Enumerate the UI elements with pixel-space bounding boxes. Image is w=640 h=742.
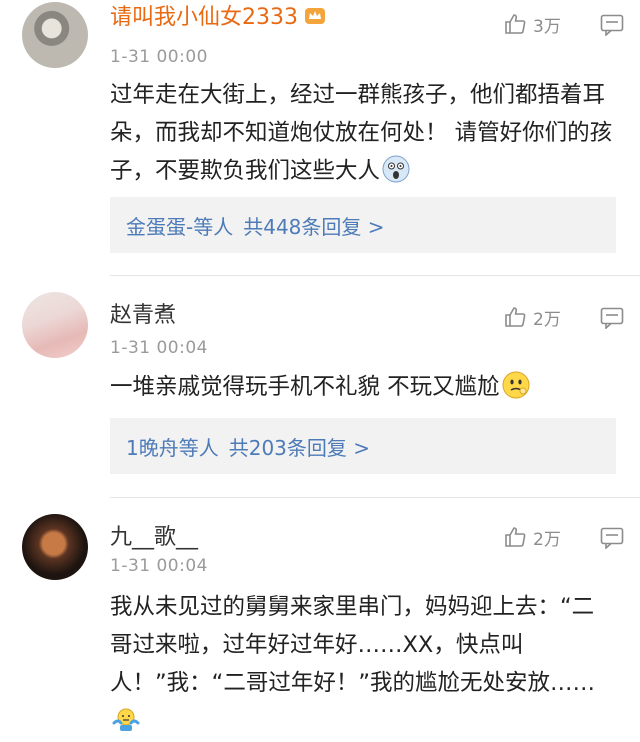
reply-count[interactable]: 共203条回复 > [229,432,370,461]
username-text[interactable]: 请叫我小仙女2333 [110,5,298,30]
like-button[interactable]: 2万 [503,523,561,551]
awkward-emoji-icon [502,371,530,399]
reply-icon[interactable] [600,307,624,329]
replies-link[interactable]: 1晚舟等人 共203条回复 > [110,418,616,474]
reply-users[interactable]: 金蛋蛋-等人 [126,211,233,240]
avatar[interactable] [22,292,88,358]
comment-text: 我从未见过的舅舅来家里串门，妈妈迎上去：“二哥过来啦，过年好过年好……XX，快点… [110,588,614,740]
avatar[interactable] [22,514,88,580]
comment-text: 一堆亲戚觉得玩手机不礼貌 不玩又尴尬 [110,368,614,406]
thumbs-up-icon [505,527,526,547]
username[interactable]: 赵青煮 [110,302,176,330]
divider [110,497,640,498]
scared-emoji-icon [382,155,410,183]
reply-users[interactable]: 1晚舟等人 [126,432,219,461]
username[interactable]: 九__歌__ [110,524,198,552]
reply-count[interactable]: 共448条回复 > [243,211,384,240]
like-button[interactable]: 3万 [503,10,561,38]
username[interactable]: 请叫我小仙女2333 [110,4,326,32]
avatar[interactable] [22,2,88,68]
shrug-emoji-icon [112,708,140,731]
like-count: 3万 [533,16,561,37]
reply-icon[interactable] [600,527,624,549]
vip-crown-icon [305,8,325,24]
replies-link[interactable]: 金蛋蛋-等人 共448条回复 > [110,197,616,253]
comment-text: 过年走在大街上，经过一群熊孩子，他们都捂着耳朵，而我却不知道炮仗放在何处！ 请管… [110,82,613,184]
like-count: 2万 [533,309,561,330]
thumbs-up-icon [505,14,526,34]
timestamp: 1-31 00:00 [110,47,208,67]
like-button[interactable]: 2万 [503,303,561,331]
timestamp: 1-31 00:04 [110,338,208,358]
divider [110,275,640,276]
like-count: 2万 [533,529,561,550]
thumbs-up-icon [505,307,526,327]
timestamp: 1-31 00:04 [110,556,208,576]
reply-icon[interactable] [600,14,624,36]
